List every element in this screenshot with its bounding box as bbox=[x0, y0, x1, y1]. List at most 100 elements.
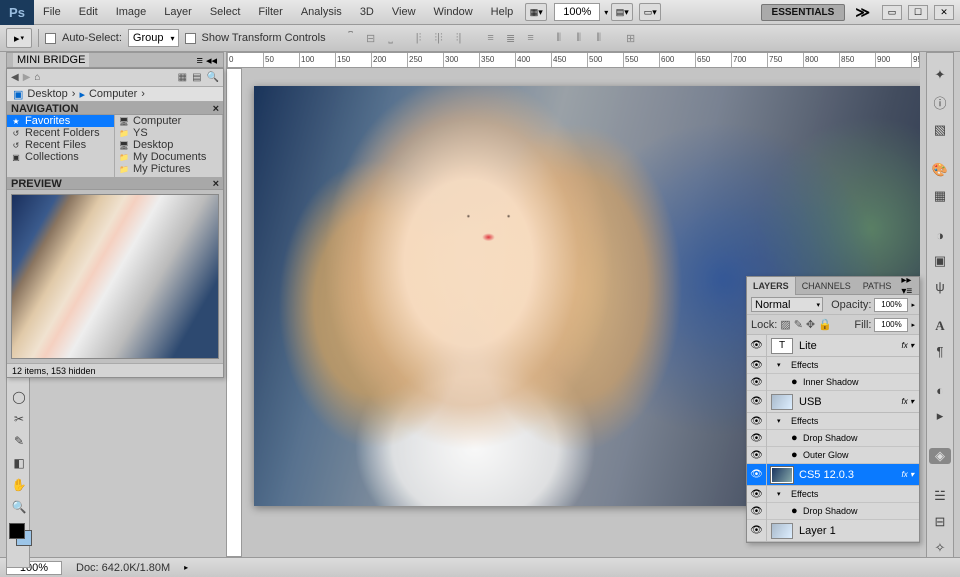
swatches-icon[interactable]: 🎨 bbox=[929, 162, 951, 178]
layers-dock-icon[interactable]: ☱ bbox=[929, 488, 951, 504]
layer-effect[interactable]: 👁● Outer Glow bbox=[747, 447, 919, 464]
visibility-toggle-icon[interactable]: 👁 bbox=[747, 357, 767, 374]
workspace-switcher[interactable]: ESSENTIALS bbox=[761, 4, 846, 21]
paragraph-icon[interactable]: ¶ bbox=[929, 344, 951, 359]
menu-filter[interactable]: Filter bbox=[249, 0, 291, 25]
visibility-toggle-icon[interactable]: 👁 bbox=[747, 503, 767, 520]
fill-scrubber-icon[interactable]: ▸ bbox=[911, 321, 915, 329]
visibility-toggle-icon[interactable]: 👁 bbox=[747, 335, 767, 357]
tool-brush[interactable]: ✎ bbox=[9, 431, 29, 451]
layer-effect[interactable]: 👁● Drop Shadow bbox=[747, 503, 919, 520]
tab-paths[interactable]: PATHS bbox=[857, 277, 898, 295]
fill-input[interactable]: 100% bbox=[874, 318, 908, 332]
autoselect-checkbox[interactable] bbox=[45, 33, 56, 44]
menu-edit[interactable]: Edit bbox=[70, 0, 107, 25]
lock-all-icon[interactable]: 🔒 bbox=[818, 318, 832, 331]
minibridge-tab[interactable]: MINI BRIDGE bbox=[13, 53, 89, 67]
nav-back-icon[interactable]: ◀ bbox=[11, 72, 19, 83]
folder-item-ys[interactable]: 📁YS bbox=[115, 127, 222, 139]
fx-indicator[interactable]: fx ▾ bbox=[895, 341, 919, 350]
tool-preset-picker[interactable]: ▸▾ bbox=[6, 28, 32, 48]
folder-item-my-documents[interactable]: 📁My Documents bbox=[115, 151, 222, 163]
nav-fwd-icon[interactable]: ▶ bbox=[23, 72, 31, 83]
visibility-toggle-icon[interactable]: 👁 bbox=[747, 374, 767, 391]
distribute-top-icon[interactable]: ≡ bbox=[482, 29, 500, 47]
distribute-hcenter-icon[interactable]: ⦀ bbox=[570, 29, 588, 47]
color-icon[interactable]: ▧ bbox=[929, 122, 951, 138]
brush-icon[interactable]: ψ bbox=[929, 279, 951, 294]
layer-row[interactable]: 👁USBfx ▾ bbox=[747, 391, 919, 413]
align-top-icon[interactable]: ⎴ bbox=[342, 29, 360, 47]
breadcrumb-leaf[interactable]: Computer bbox=[89, 88, 137, 100]
nav-search-icon[interactable]: 🔍 bbox=[207, 72, 219, 83]
layer-name[interactable]: Lite bbox=[797, 340, 895, 352]
panel-collapse-icon[interactable]: ▸▸ ▾≡ bbox=[897, 275, 919, 297]
layer-name[interactable]: Layer 1 bbox=[797, 525, 919, 537]
layer-effect[interactable]: 👁▾ Effects bbox=[747, 413, 919, 430]
minibridge-breadcrumb[interactable]: ▣ Desktop › ▸ Computer › bbox=[7, 87, 223, 102]
collapse-icon[interactable]: ≫ bbox=[849, 4, 876, 21]
navigator-icon[interactable]: ✦ bbox=[929, 67, 951, 83]
masks-icon[interactable]: ▣ bbox=[929, 253, 951, 269]
menu-window[interactable]: Window bbox=[425, 0, 482, 25]
lock-transparency-icon[interactable]: ▨ bbox=[780, 318, 790, 331]
autoselect-dropdown[interactable]: Group bbox=[128, 29, 179, 47]
distribute-right-icon[interactable]: ⦀ bbox=[590, 29, 608, 47]
auto-align-icon[interactable]: ⊞ bbox=[622, 29, 640, 47]
layer-row[interactable]: 👁TLitefx ▾ bbox=[747, 335, 919, 357]
folder-item-desktop[interactable]: 🖥Desktop bbox=[115, 139, 222, 151]
layer-row[interactable]: 👁 Layer 1 bbox=[747, 520, 919, 542]
section-close-icon[interactable]: × bbox=[213, 178, 219, 188]
channels-dock-icon[interactable]: ⊟ bbox=[929, 514, 951, 530]
tab-layers[interactable]: LAYERS bbox=[747, 277, 796, 295]
minibridge-flyout-icon[interactable]: ≡ ◂◂ bbox=[196, 54, 217, 67]
layer-effect[interactable]: 👁▾ Effects bbox=[747, 486, 919, 503]
opacity-scrubber-icon[interactable]: ▸ bbox=[911, 301, 915, 309]
styles-icon[interactable]: ▦ bbox=[929, 188, 951, 204]
paths-dock-icon[interactable]: ✧ bbox=[929, 540, 951, 556]
nav-item-recent-folders[interactable]: ↺Recent Folders bbox=[7, 127, 114, 139]
lock-position-icon[interactable]: ✥ bbox=[806, 318, 815, 331]
nav-item-collections[interactable]: ▣Collections bbox=[7, 151, 114, 163]
distribute-left-icon[interactable]: ⦀ bbox=[550, 29, 568, 47]
visibility-toggle-icon[interactable]: 👁 bbox=[747, 464, 767, 486]
zoom-level-input[interactable]: 100% bbox=[554, 3, 600, 21]
minimize-button[interactable]: ▭ bbox=[882, 5, 902, 20]
color-swatches[interactable] bbox=[9, 523, 27, 553]
opacity-input[interactable]: 100% bbox=[874, 298, 908, 312]
menu-file[interactable]: File bbox=[34, 0, 70, 25]
fx-indicator[interactable]: fx ▾ bbox=[895, 470, 919, 479]
status-doc-size[interactable]: Doc: 642.0K/1.80M bbox=[76, 562, 170, 574]
tool-crop[interactable]: ✂ bbox=[9, 409, 29, 429]
fx-indicator[interactable]: fx ▾ bbox=[895, 397, 919, 406]
preview-thumbnail[interactable] bbox=[11, 194, 219, 359]
align-hcenter-icon[interactable]: ⫶|⫶ bbox=[430, 29, 448, 47]
align-right-icon[interactable]: ⫶| bbox=[450, 29, 468, 47]
visibility-toggle-icon[interactable]: 👁 bbox=[747, 430, 767, 447]
menu-layer[interactable]: Layer bbox=[155, 0, 201, 25]
tool-zoom[interactable]: 🔍 bbox=[9, 497, 29, 517]
fg-color-swatch[interactable] bbox=[9, 523, 25, 539]
transform-checkbox[interactable] bbox=[185, 33, 196, 44]
3d-icon[interactable]: ◈ bbox=[929, 448, 951, 464]
nav-item-favorites[interactable]: ★Favorites bbox=[7, 115, 114, 127]
character-icon[interactable]: A bbox=[929, 318, 951, 334]
layer-effect[interactable]: 👁● Drop Shadow bbox=[747, 430, 919, 447]
nav-view2-icon[interactable]: ▤ bbox=[192, 72, 201, 83]
visibility-toggle-icon[interactable]: 👁 bbox=[747, 520, 767, 542]
folder-item-my-pictures[interactable]: 📁My Pictures bbox=[115, 163, 222, 175]
distribute-bottom-icon[interactable]: ≡ bbox=[522, 29, 540, 47]
view-extras-icon[interactable]: ▤▾ bbox=[611, 3, 633, 21]
nav-home-icon[interactable]: ⌂ bbox=[34, 72, 40, 83]
tool-eraser[interactable]: ◧ bbox=[9, 453, 29, 473]
menu-view[interactable]: View bbox=[383, 0, 425, 25]
actions-icon[interactable]: ▸ bbox=[929, 408, 951, 424]
ruler-vertical[interactable] bbox=[226, 68, 242, 557]
info-icon[interactable]: ⓘ bbox=[929, 93, 951, 112]
layer-row[interactable]: 👁 CS5 12.0.3fx ▾ bbox=[747, 464, 919, 486]
status-flyout-icon[interactable]: ▸ bbox=[184, 563, 188, 572]
section-close-icon[interactable]: × bbox=[213, 103, 219, 113]
screen-mode-icon[interactable]: ▭▾ bbox=[639, 3, 661, 21]
layer-name[interactable]: CS5 12.0.3 bbox=[797, 469, 895, 481]
history-icon[interactable]: ◐ bbox=[929, 383, 951, 398]
